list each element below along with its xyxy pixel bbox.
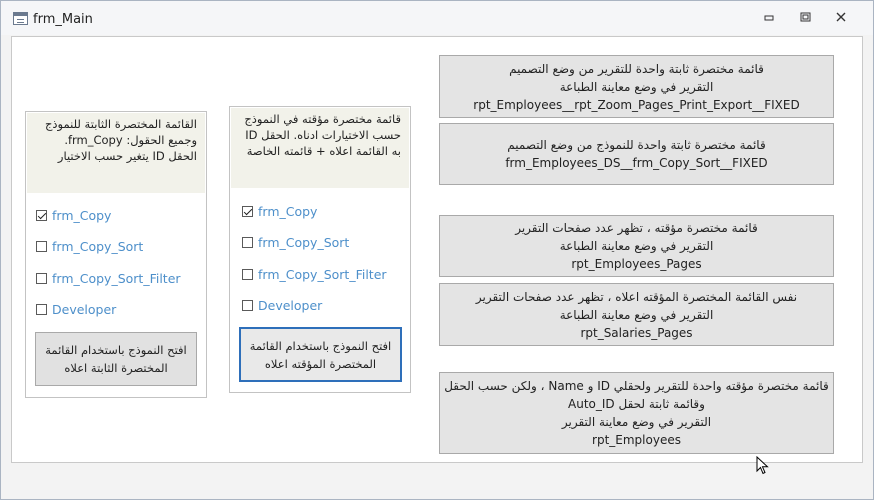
report-fixed-menu-button[interactable]: قائمة مختصرة ثابتة واحدة للتقرير من وضع … <box>439 55 834 118</box>
checkbox[interactable] <box>242 268 253 280</box>
fixed-option-frm-copy[interactable]: frm_Copy <box>36 206 111 224</box>
checkbox[interactable] <box>36 303 47 315</box>
restore-icon[interactable] <box>795 11 815 27</box>
title-bar[interactable]: frm_Main <box>1 1 873 35</box>
temp-option-frm-copy-sort-filter[interactable]: frm_Copy_Sort_Filter <box>242 265 387 283</box>
mouse-cursor-icon <box>756 456 769 475</box>
report-pages-button[interactable]: قائمة مختصرة مؤقته ، تظهر عدد صفحات التق… <box>439 215 834 277</box>
main-window: frm_Main القائمة المختصرة الثابتة للنموذ… <box>0 0 874 500</box>
minimize-icon[interactable] <box>759 11 779 27</box>
fixed-panel-caption: القائمة المختصرة الثابتة للنموذج وجميع ا… <box>27 113 205 193</box>
fixed-option-frm-copy-sort[interactable]: frm_Copy_Sort <box>36 237 143 255</box>
checkbox[interactable] <box>242 236 253 248</box>
temp-option-frm-copy-sort[interactable]: frm_Copy_Sort <box>242 233 349 251</box>
temp-option-developer[interactable]: Developer <box>242 296 322 314</box>
form-icon <box>13 12 28 25</box>
checkbox[interactable] <box>242 205 253 217</box>
report-field-menu-button[interactable]: قائمة مختصرة مؤقته واحدة للتقرير ولحقلي … <box>439 372 834 454</box>
temp-option-frm-copy[interactable]: frm_Copy <box>242 202 317 220</box>
salaries-pages-button[interactable]: نفس القائمة المختصرة المؤقته اعلاه ، تظه… <box>439 283 834 346</box>
checkbox[interactable] <box>242 299 253 311</box>
fixed-option-frm-copy-sort-filter[interactable]: frm_Copy_Sort_Filter <box>36 269 181 287</box>
temp-menu-panel: قائمة مختصرة مؤقته في النموذج حسب الاختي… <box>229 106 411 393</box>
checkbox[interactable] <box>36 272 47 284</box>
checkbox[interactable] <box>36 240 47 252</box>
open-form-temp-menu-button[interactable]: افتح النموذج باستخدام القائمة المختصرة ا… <box>239 327 402 382</box>
window-title: frm_Main <box>33 12 93 27</box>
temp-panel-caption: قائمة مختصرة مؤقته في النموذج حسب الاختي… <box>231 108 409 188</box>
open-form-fixed-menu-button[interactable]: افتح النموذج باستخدام القائمة المختصرة ا… <box>35 332 197 386</box>
checkbox[interactable] <box>36 209 47 221</box>
fixed-option-developer[interactable]: Developer <box>36 300 116 318</box>
fixed-menu-panel: القائمة المختصرة الثابتة للنموذج وجميع ا… <box>25 111 207 398</box>
form-fixed-menu-button[interactable]: قائمة مختصرة ثابتة واحدة للنموذج من وضع … <box>439 123 834 185</box>
close-icon[interactable] <box>831 11 851 27</box>
